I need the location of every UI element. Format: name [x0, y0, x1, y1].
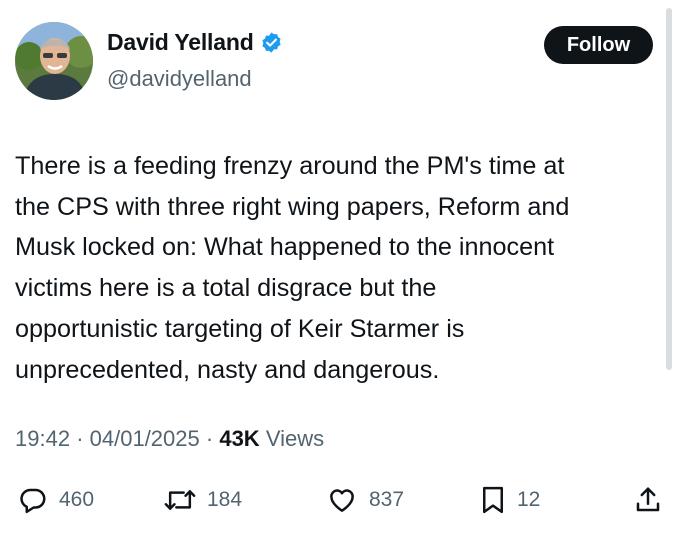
views-count: 43K: [219, 426, 260, 451]
avatar[interactable]: [15, 22, 93, 100]
tweet-text-line: Musk locked on: What happened to the inn…: [15, 233, 555, 262]
like-button[interactable]: 837: [326, 480, 404, 520]
bookmark-count: 12: [517, 488, 541, 511]
like-count: 837: [369, 488, 405, 511]
bookmark-button[interactable]: 12: [480, 480, 540, 520]
profile-photo: [15, 22, 93, 100]
tweet-text-line: opportunistic targeting of Keir Starmer …: [15, 314, 465, 343]
repost-count: 184: [207, 488, 243, 511]
meta-separator: ·: [205, 426, 214, 451]
tweet-text: There is a feeding frenzy around the PM'…: [15, 146, 670, 390]
timestamp-time[interactable]: 19:42: [15, 426, 70, 451]
tweet-meta: 19:42 · 04/01/2025 · 43K Views: [15, 426, 324, 452]
meta-separator: ·: [76, 426, 84, 451]
tweet-text-line: unprecedented, nasty and dangerous.: [15, 355, 440, 384]
tweet-text-line: There is a feeding frenzy around the PM'…: [15, 152, 565, 180]
views-label: Views: [265, 426, 325, 451]
display-name[interactable]: David Yelland: [107, 29, 254, 56]
repost-icon: [164, 490, 196, 510]
author-name-row[interactable]: David Yelland: [107, 29, 283, 56]
repost-button[interactable]: 184: [164, 480, 242, 520]
tweet-text-line: victims here is a total disgrace but the: [15, 274, 437, 303]
reply-button[interactable]: 460: [18, 480, 94, 520]
verified-badge-icon[interactable]: [260, 31, 283, 54]
author-handle[interactable]: @davidyelland: [107, 66, 252, 92]
timestamp-date[interactable]: 04/01/2025: [90, 426, 200, 451]
share-icon: [636, 487, 660, 512]
bookmark-icon: [483, 486, 503, 514]
reply-icon: [20, 488, 46, 514]
follow-button[interactable]: Follow: [544, 26, 653, 64]
action-bar: 460 184 837 12: [0, 480, 680, 520]
share-button[interactable]: [633, 480, 663, 520]
like-icon: [330, 489, 354, 512]
tweet-text-line: the CPS with three right wing papers, Re…: [15, 192, 570, 221]
reply-count: 460: [59, 488, 95, 511]
